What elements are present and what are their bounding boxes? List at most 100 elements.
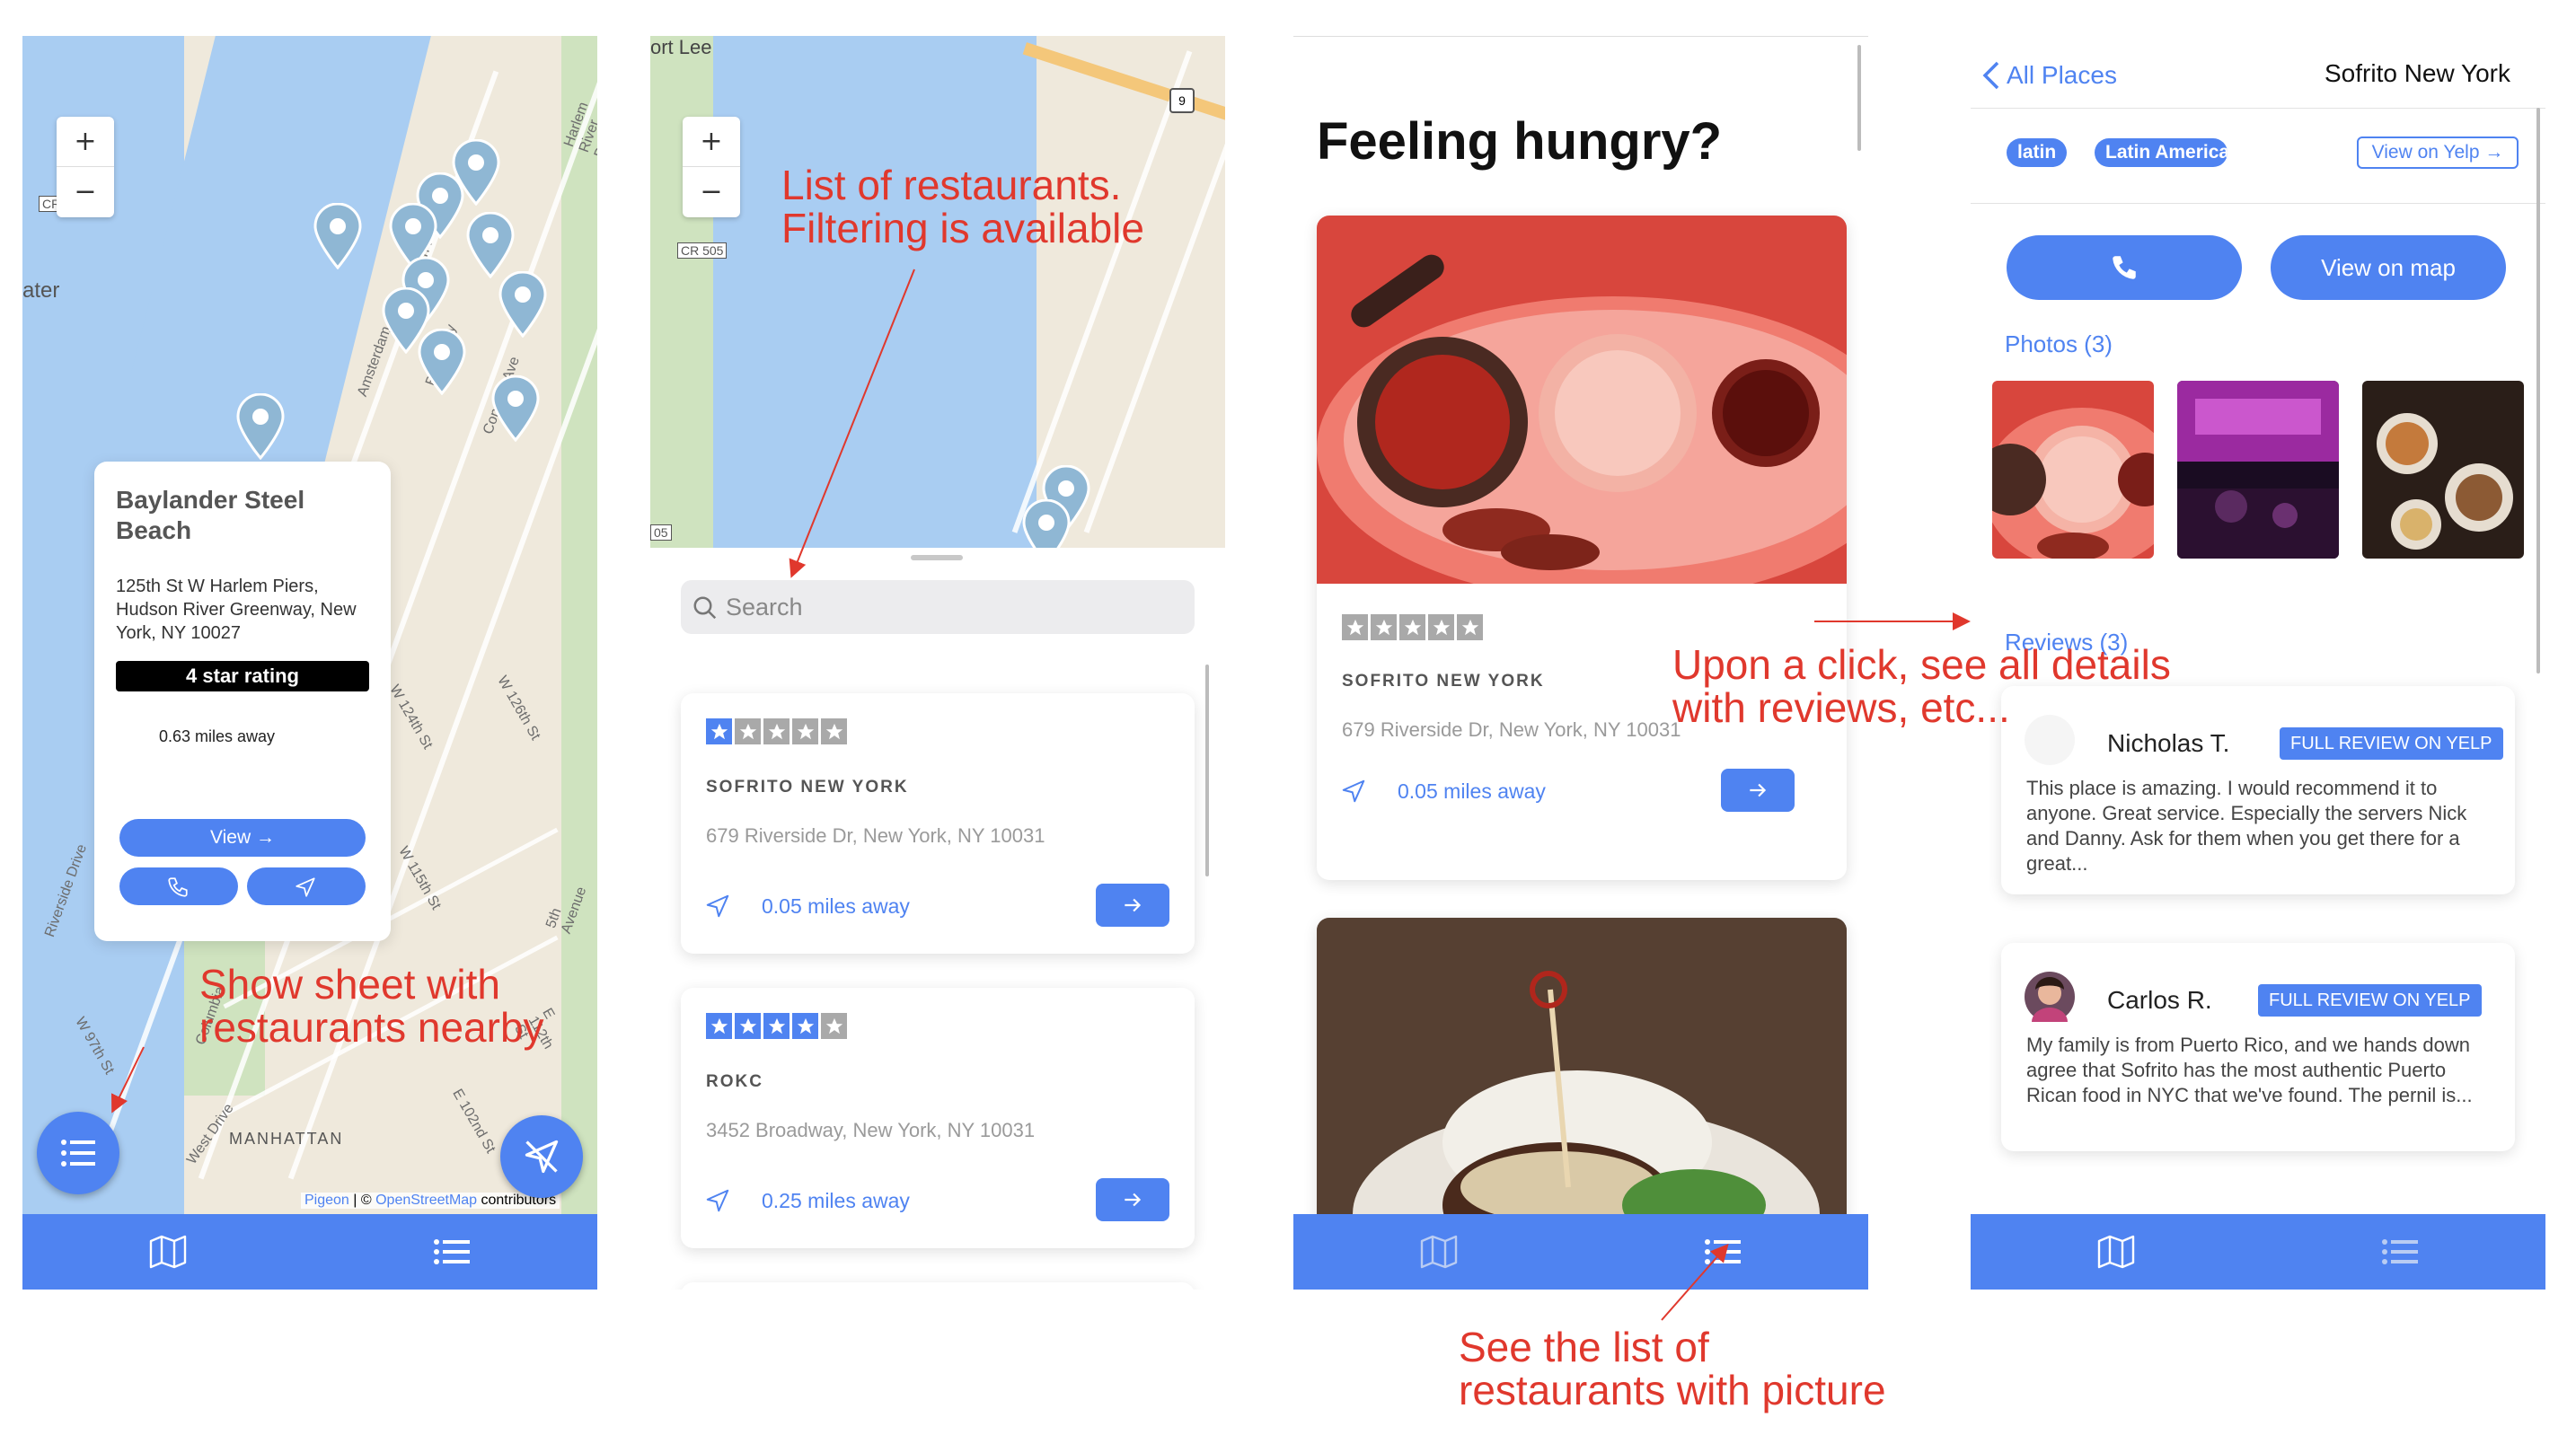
place-popup: Baylander Steel Beach 125th St W Harlem …	[94, 462, 391, 941]
full-review-button[interactable]: FULL REVIEW ON YELP	[2280, 727, 2503, 760]
review-text: My family is from Puerto Rico, and we ha…	[2026, 1034, 2473, 1106]
view-button[interactable]: View →	[119, 819, 366, 857]
restaurant-address: 679 Riverside Dr, New York, NY 10031	[1342, 718, 1681, 741]
tab-map[interactable]	[2096, 1234, 2136, 1270]
arrow-right-icon	[1125, 1193, 1142, 1207]
divider	[1971, 203, 2545, 204]
search-input[interactable]: Search	[681, 580, 1195, 634]
annotation-details: Upon a click, see all details with review…	[1672, 643, 2171, 729]
search-icon	[693, 596, 717, 620]
call-button[interactable]	[119, 867, 238, 905]
map-pin-icon[interactable]	[416, 329, 468, 395]
tab-list[interactable]	[432, 1234, 472, 1270]
map-view[interactable]: ort Lee 9 CR 505 05 + −	[650, 36, 1225, 548]
back-label: All Places	[2007, 61, 2117, 89]
map-label-manhattan: MANHATTAN	[229, 1130, 344, 1148]
star-icon	[792, 718, 818, 744]
scrollbar[interactable]	[1857, 45, 1861, 151]
review-card: Carlos R. FULL REVIEW ON YELP My family …	[2001, 943, 2515, 1151]
view-on-map-button[interactable]: View on map	[2271, 235, 2506, 300]
chevron-left-icon	[1982, 61, 1999, 90]
sheet-grabber[interactable]	[911, 555, 963, 560]
osm-link[interactable]: OpenStreetMap	[375, 1193, 477, 1208]
restaurant-card[interactable]: ROKC 3452 Broadway, New York, NY 10031 0…	[681, 988, 1195, 1248]
star-icon	[763, 718, 790, 744]
zoom-out-button[interactable]: −	[683, 167, 740, 217]
map-pin-icon[interactable]	[1020, 499, 1072, 548]
open-restaurant-button[interactable]	[1096, 1178, 1169, 1221]
shore-land	[650, 36, 713, 548]
map-pin-icon[interactable]	[464, 212, 516, 278]
star-icon	[706, 1013, 732, 1039]
annotation-line: restaurants with picture	[1459, 1367, 1886, 1413]
restaurant-card[interactable]	[681, 1282, 1195, 1290]
arrow-right-icon	[1750, 783, 1767, 797]
divider	[1971, 108, 2545, 109]
pigeon-link[interactable]: Pigeon	[304, 1193, 349, 1208]
list-fab-button[interactable]	[37, 1112, 119, 1194]
screen-map: ater CR 505 Amsterdam Ave Broadway Conve…	[22, 36, 597, 1290]
tab-bar	[1293, 1214, 1868, 1290]
map-pin-icon[interactable]	[234, 393, 287, 460]
tab-bar	[22, 1214, 597, 1290]
zoom-in-button[interactable]: +	[57, 117, 114, 167]
star-icon	[735, 718, 761, 744]
location-fab-button[interactable]	[500, 1115, 583, 1198]
restaurant-card[interactable]: SOFRITO NEW YORK 679 Riverside Dr, New Y…	[1317, 216, 1847, 880]
annotation-line: restaurants nearby	[199, 1004, 544, 1051]
tab-list[interactable]	[2380, 1234, 2420, 1270]
restaurant-card[interactable]: SOFRITO NEW YORK 679 Riverside Dr, New Y…	[681, 693, 1195, 954]
full-review-button[interactable]: FULL REVIEW ON YELP	[2258, 984, 2482, 1017]
navigate-button[interactable]	[247, 867, 366, 905]
photo-thumbnail[interactable]	[2362, 381, 2524, 559]
star-icon	[792, 1013, 818, 1039]
map-pin-icon[interactable]	[312, 203, 364, 269]
page-title: Sofrito New York	[2325, 59, 2510, 87]
road-label: 05	[650, 524, 672, 541]
navigation-arrow-icon	[1342, 779, 1365, 803]
restaurant-address: 3452 Broadway, New York, NY 10031	[706, 1119, 1036, 1141]
tab-bar	[1971, 1214, 2545, 1290]
zoom-out-button[interactable]: −	[57, 167, 114, 217]
map-icon	[149, 1235, 187, 1269]
bottom-sheet: Search SOFRITO NEW YORK 679 Riverside Dr…	[650, 548, 1225, 1290]
tab-map[interactable]	[1419, 1234, 1459, 1270]
annotation-line: See the list of	[1459, 1324, 1709, 1370]
photo-thumbnail[interactable]	[2177, 381, 2339, 559]
attribution-separator: | ©	[348, 1193, 376, 1208]
navigation-arrow-icon	[706, 1189, 729, 1212]
location-off-icon	[525, 1140, 559, 1174]
tab-list[interactable]	[1703, 1234, 1742, 1270]
scrollbar[interactable]	[2536, 108, 2540, 673]
list-icon	[434, 1239, 470, 1264]
annotation-line: List of restaurants.	[781, 162, 1122, 208]
map-pin-icon[interactable]	[497, 271, 549, 338]
view-on-yelp-button[interactable]: View on Yelp →	[2357, 136, 2519, 169]
call-button[interactable]	[2007, 235, 2242, 300]
rating-badge: 4 star rating	[116, 661, 369, 691]
list-icon	[2382, 1239, 2418, 1264]
popup-address: 125th St W Harlem Piers, Hudson River Gr…	[116, 577, 357, 643]
annotation-line: Show sheet with	[199, 961, 500, 1008]
tab-map[interactable]	[148, 1234, 188, 1270]
map-icon	[2097, 1235, 2135, 1269]
popup-distance: 0.63 miles away	[159, 727, 276, 745]
reviewer-name: Carlos R.	[2107, 986, 2212, 1014]
navigation-arrow-icon	[706, 894, 729, 918]
map-label-water: ater	[22, 278, 60, 303]
open-restaurant-button[interactable]	[1096, 884, 1169, 927]
zoom-in-button[interactable]: +	[683, 117, 740, 167]
restaurant-name: SOFRITO NEW YORK	[1342, 672, 1545, 691]
open-restaurant-button[interactable]	[1721, 769, 1795, 812]
reviewer-name: Nicholas T.	[2107, 729, 2230, 757]
arrow-right-icon	[1125, 898, 1142, 912]
back-button[interactable]: All Places	[1981, 57, 2117, 93]
map-pin-icon[interactable]	[490, 375, 542, 442]
photo-thumbnail[interactable]	[1992, 381, 2154, 559]
scrollbar[interactable]	[1205, 665, 1209, 876]
star-icon	[706, 718, 732, 744]
phone-icon	[2113, 256, 2136, 279]
list-icon	[1705, 1239, 1741, 1264]
star-rating	[706, 718, 847, 744]
star-icon	[1428, 614, 1454, 640]
